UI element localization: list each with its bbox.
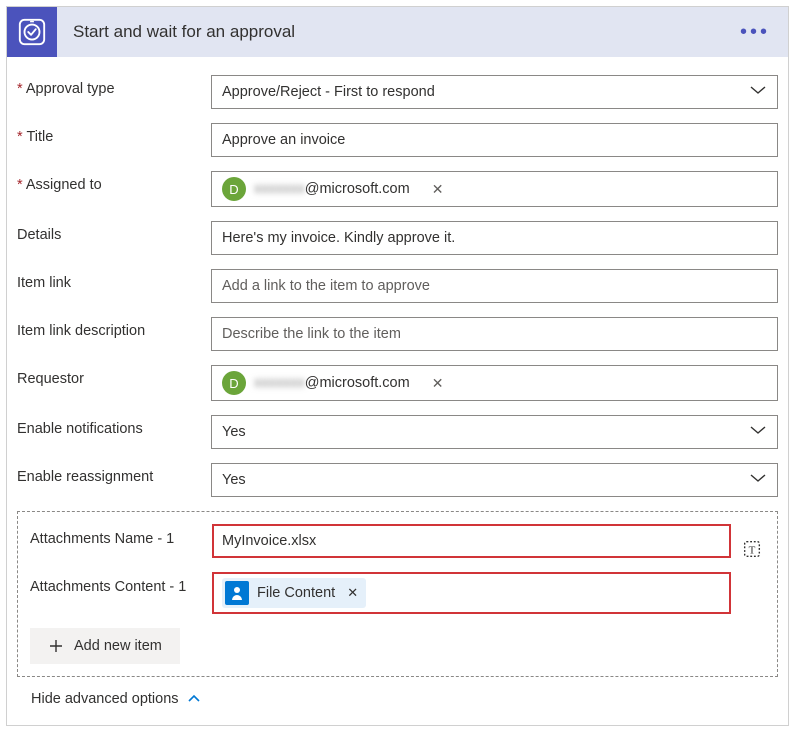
requestor-chip: D xxxxxxx@microsoft.com ✕	[220, 370, 449, 396]
assigned-to-input[interactable]: D xxxxxxx@microsoft.com ✕	[211, 171, 778, 207]
enable-notifications-select[interactable]: Yes	[211, 415, 778, 449]
attachment-name-input[interactable]: MyInvoice.xlsx	[212, 524, 731, 558]
avatar: D	[222, 177, 246, 201]
approval-type-label: * Approval type	[17, 75, 211, 98]
title-input[interactable]: Approve an invoice	[211, 123, 778, 157]
item-link-label: Item link	[17, 269, 211, 292]
remove-token-icon[interactable]: ✕	[347, 585, 358, 601]
title-label: * Title	[17, 123, 211, 146]
chevron-down-icon	[749, 424, 767, 440]
requestor-label: Requestor	[17, 365, 211, 388]
chevron-up-icon	[187, 694, 201, 704]
assigned-to-label: * Assigned to	[17, 171, 211, 194]
avatar: D	[222, 371, 246, 395]
attachments-group: Attachments Name - 1 MyInvoice.xlsx T At…	[17, 511, 778, 677]
item-link-input[interactable]: Add a link to the item to approve	[211, 269, 778, 303]
add-new-item-button[interactable]: Add new item	[30, 628, 180, 664]
details-label: Details	[17, 221, 211, 244]
attachment-content-input[interactable]: File Content ✕	[212, 572, 731, 614]
more-menu-icon[interactable]: •••	[722, 21, 788, 44]
remove-chip-icon[interactable]: ✕	[428, 181, 448, 198]
chip-email: xxxxxxx@microsoft.com	[254, 181, 410, 197]
requestor-input[interactable]: D xxxxxxx@microsoft.com ✕	[211, 365, 778, 401]
approval-type-select[interactable]: Approve/Reject - First to respond	[211, 75, 778, 109]
card-body: * Approval type Approve/Reject - First t…	[7, 57, 788, 725]
hide-advanced-toggle[interactable]: Hide advanced options	[17, 677, 778, 715]
remove-chip-icon[interactable]: ✕	[428, 375, 448, 392]
attachment-content-label: Attachments Content - 1	[30, 572, 212, 597]
sharepoint-icon	[225, 581, 249, 605]
approval-action-card: Start and wait for an approval ••• * App…	[6, 6, 789, 726]
enable-reassignment-select[interactable]: Yes	[211, 463, 778, 497]
assigned-to-chip: D xxxxxxx@microsoft.com ✕	[220, 176, 449, 202]
chip-email: xxxxxxx@microsoft.com	[254, 375, 410, 391]
svg-text:T: T	[749, 545, 756, 557]
enable-reassignment-label: Enable reassignment	[17, 463, 211, 486]
chevron-down-icon	[749, 472, 767, 488]
chevron-down-icon	[749, 84, 767, 100]
attachment-name-label: Attachments Name - 1	[30, 524, 212, 549]
item-link-desc-input[interactable]: Describe the link to the item	[211, 317, 778, 351]
card-title: Start and wait for an approval	[73, 22, 722, 42]
item-link-desc-label: Item link description	[17, 317, 211, 340]
approval-icon	[7, 7, 57, 57]
details-input[interactable]: Here's my invoice. Kindly approve it.	[211, 221, 778, 255]
plus-icon	[48, 638, 64, 654]
dynamic-content-icon[interactable]: T	[739, 536, 765, 562]
card-header[interactable]: Start and wait for an approval •••	[7, 7, 788, 57]
file-content-token[interactable]: File Content ✕	[222, 578, 366, 608]
enable-notifications-label: Enable notifications	[17, 415, 211, 438]
